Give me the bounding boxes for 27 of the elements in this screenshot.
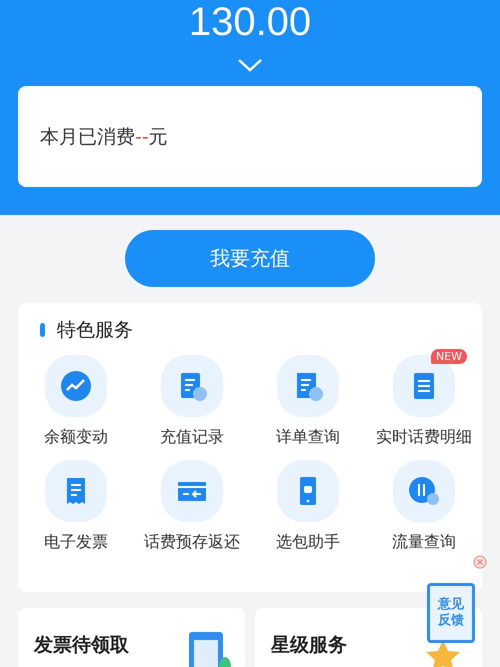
close-icon[interactable] — [473, 555, 487, 569]
service-icon-tile[interactable] — [161, 355, 223, 417]
service-label[interactable]: 余额变动 — [44, 427, 108, 448]
service-icon-tile[interactable] — [45, 460, 107, 522]
chevron-down-icon[interactable] — [237, 58, 263, 72]
service-label[interactable]: 选包助手 — [276, 532, 340, 553]
service-label[interactable]: 电子发票 — [44, 532, 108, 553]
service-icon-tile[interactable] — [45, 355, 107, 417]
service-icon-tile[interactable] — [277, 460, 339, 522]
service-label[interactable]: 流量查询 — [392, 532, 456, 553]
service-icon-tile[interactable] — [161, 460, 223, 522]
service-icon-tile[interactable] — [277, 355, 339, 417]
section-title: 特色服务 — [57, 318, 133, 343]
service-label[interactable]: 充值记录 — [160, 427, 224, 448]
service-label[interactable]: 话费预存返还 — [144, 532, 240, 553]
balance-amount: 130.00 — [188, 2, 312, 42]
promo-title: 星级服务 — [271, 633, 347, 658]
service-icon-tile[interactable] — [393, 460, 455, 522]
title-marker-icon — [40, 323, 45, 337]
service-label[interactable]: 详单查询 — [276, 427, 340, 448]
service-label[interactable]: 实时话费明细 — [376, 427, 472, 448]
new-badge: NEW — [430, 349, 467, 364]
consumption-text: 本月已消费--元 — [40, 124, 168, 150]
trend-chart-icon — [59, 369, 93, 403]
data-transfer-icon — [407, 474, 441, 508]
promo-title: 发票待领取 — [34, 633, 129, 658]
promo-card[interactable]: 发票待领取 — [18, 608, 245, 667]
